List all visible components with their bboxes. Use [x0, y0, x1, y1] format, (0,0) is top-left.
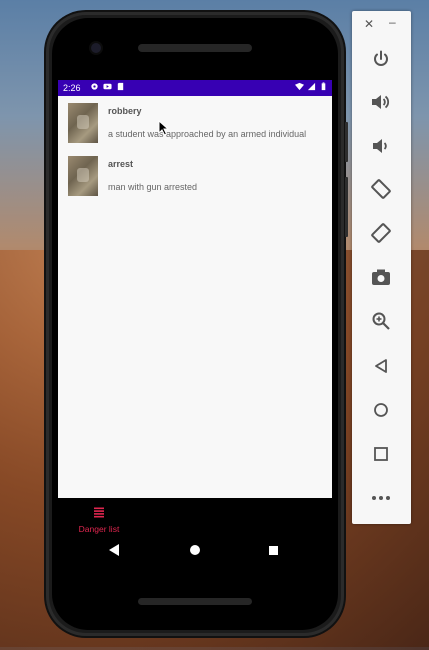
- battery-icon: [321, 82, 326, 91]
- volume-down-icon[interactable]: [368, 133, 394, 159]
- settings-icon: [91, 83, 98, 90]
- item-description: a student was approached by an armed ind…: [108, 129, 307, 139]
- top-speaker: [138, 44, 252, 52]
- rotate-left-icon[interactable]: [368, 176, 394, 202]
- zoom-icon[interactable]: [368, 308, 394, 334]
- list-item[interactable]: robbery a student was approached by an a…: [68, 103, 332, 145]
- status-right-icons: [295, 82, 328, 91]
- recents-icon[interactable]: [269, 546, 278, 555]
- home-icon[interactable]: [368, 397, 394, 423]
- item-title: arrest: [108, 159, 134, 169]
- item-thumbnail: [68, 156, 98, 196]
- tab-label: Danger list: [78, 524, 120, 534]
- sd-card-icon: [117, 82, 124, 91]
- close-icon[interactable]: ✕: [364, 18, 374, 30]
- bottom-navigation: Danger list: [58, 498, 332, 534]
- power-side-button: [345, 122, 348, 162]
- signal-icon: [307, 82, 316, 91]
- mouse-cursor-icon: [158, 120, 170, 136]
- item-thumbnail: [68, 103, 98, 143]
- system-navigation-bar: [58, 536, 332, 566]
- status-bar: 2:26: [58, 80, 332, 96]
- list-item[interactable]: arrest man with gun arrested: [68, 156, 332, 198]
- youtube-icon: [103, 83, 112, 90]
- camera-icon[interactable]: [368, 264, 394, 290]
- volume-up-icon[interactable]: [368, 89, 394, 115]
- app-screen: 2:26 robbery a student was approached by…: [58, 80, 332, 498]
- back-icon[interactable]: [109, 544, 119, 556]
- front-camera: [91, 43, 101, 53]
- status-left-icons: [90, 82, 125, 91]
- status-time: 2:26: [63, 83, 81, 93]
- tab-danger-list[interactable]: Danger list: [74, 505, 124, 534]
- list-icon: [94, 507, 104, 518]
- item-description: man with gun arrested: [108, 182, 198, 192]
- emulator-window-controls: ✕ –: [352, 11, 411, 37]
- item-title: robbery: [108, 106, 142, 116]
- home-icon[interactable]: [190, 545, 200, 555]
- rotate-right-icon[interactable]: [368, 220, 394, 246]
- minimize-icon[interactable]: –: [389, 16, 396, 28]
- bottom-speaker: [138, 598, 252, 605]
- emulator-toolbar: ✕ –: [352, 11, 411, 524]
- more-icon[interactable]: [368, 485, 394, 511]
- overview-icon[interactable]: [368, 441, 394, 467]
- volume-side-button: [345, 177, 348, 237]
- power-icon[interactable]: [368, 46, 394, 72]
- wifi-icon: [295, 82, 304, 91]
- back-icon[interactable]: [368, 353, 394, 379]
